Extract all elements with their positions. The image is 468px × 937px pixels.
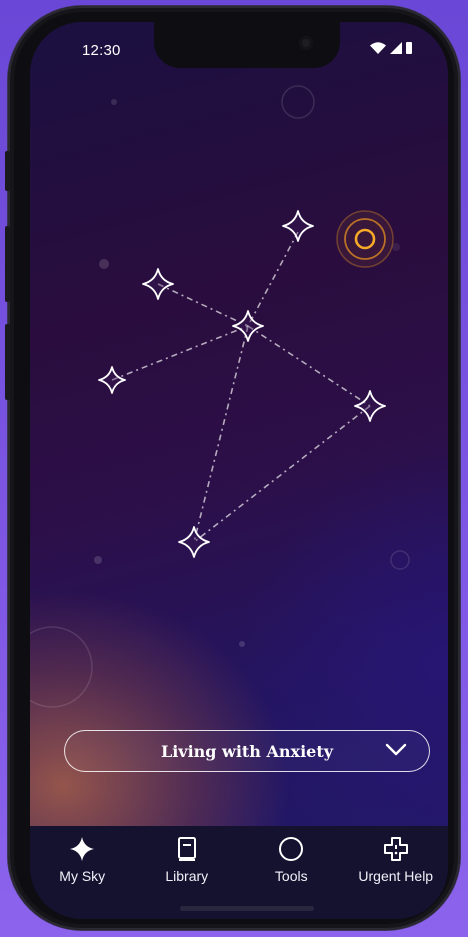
volume-down-button	[5, 324, 10, 400]
faint-dot	[99, 259, 109, 269]
battery-icon	[406, 42, 412, 54]
cellular-icon	[390, 42, 402, 54]
star-icon[interactable]	[178, 526, 210, 558]
star-icon[interactable]	[232, 310, 264, 342]
app-screen: 12:30 Living with Anxiety My Sky Library…	[30, 22, 448, 919]
constellation-line	[157, 283, 249, 327]
camera-notch	[154, 22, 340, 68]
circle-icon	[279, 837, 304, 861]
decorative-bubble	[281, 85, 315, 119]
tab-urgent-help[interactable]: Urgent Help	[344, 826, 449, 919]
tab-label: My Sky	[59, 868, 106, 884]
star-icon[interactable]	[282, 210, 314, 242]
constellation-map	[30, 85, 410, 708]
tab-label: Tools	[274, 868, 308, 884]
front-camera	[299, 36, 313, 50]
status-icons	[370, 42, 412, 54]
book-icon	[177, 837, 196, 861]
star-icon[interactable]	[98, 366, 126, 394]
chevron-down-icon	[385, 743, 407, 756]
status-time: 12:30	[82, 42, 121, 59]
star-icon[interactable]	[142, 268, 174, 300]
tab-label: Library	[165, 868, 209, 884]
topic-label: Living with Anxiety	[160, 741, 334, 761]
star-icon[interactable]	[354, 390, 386, 422]
tab-label: Urgent Help	[358, 868, 434, 884]
status-bar: 12:30	[30, 22, 448, 68]
sky-background	[30, 22, 448, 826]
sparkle-icon	[70, 837, 95, 861]
wifi-icon	[370, 42, 386, 54]
volume-up-button	[5, 226, 10, 302]
constellation-line	[247, 231, 299, 327]
constellation-line	[193, 405, 371, 543]
constellation-lines	[111, 231, 371, 543]
topic-selector[interactable]: Living with Anxiety	[64, 730, 430, 772]
faint-dot	[111, 99, 117, 105]
decorative-bubble	[30, 626, 93, 708]
faint-dot	[94, 556, 102, 564]
medical-cross-icon	[383, 837, 408, 861]
bottom-tab-bar: My Sky Library Tools Urgent Help	[30, 826, 448, 919]
mute-switch	[5, 151, 10, 191]
decorative-bubble	[390, 550, 410, 570]
faint-dot	[239, 641, 245, 647]
constellation-line	[193, 325, 249, 543]
constellation-line	[247, 325, 371, 407]
tab-my-sky[interactable]: My Sky	[30, 826, 135, 919]
constellation-line	[111, 325, 249, 381]
home-indicator	[180, 906, 314, 911]
target-ring-icon[interactable]	[336, 210, 394, 268]
